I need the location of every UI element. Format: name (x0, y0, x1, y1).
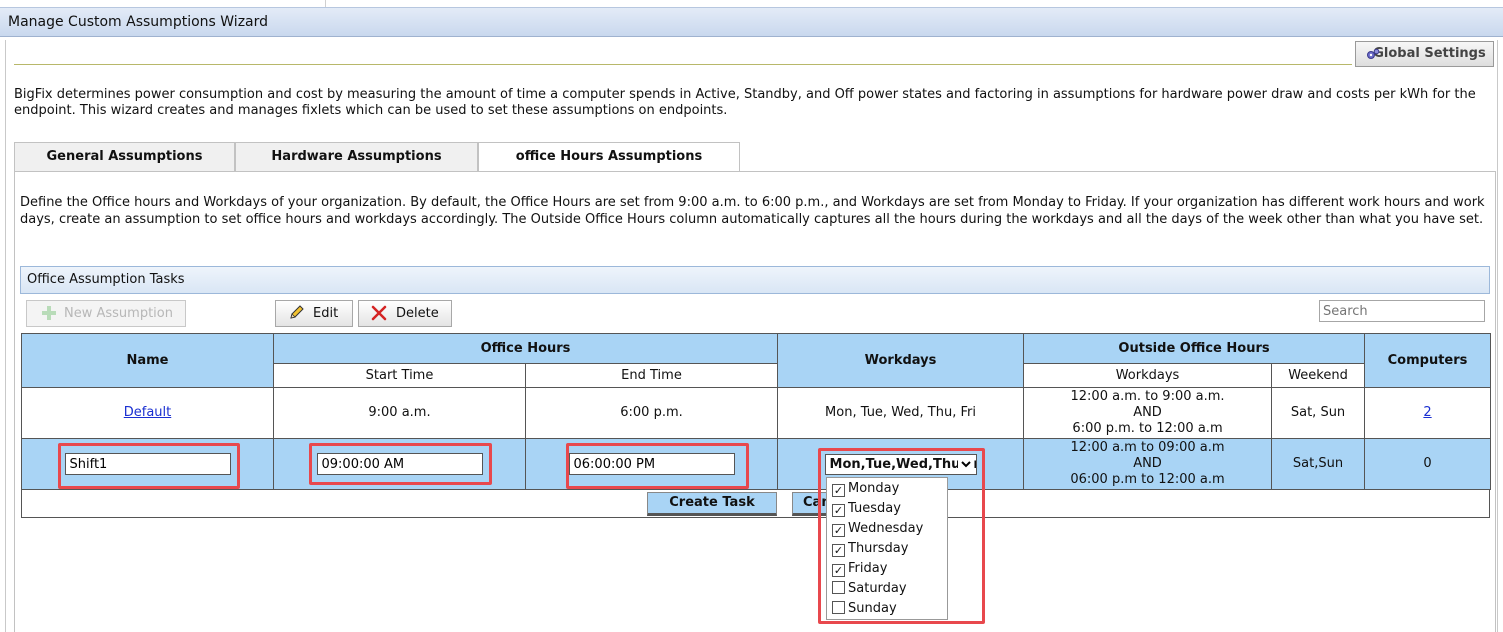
default-end-cell: 6:00 p.m. (524, 387, 779, 439)
top-strip (0, 0, 1503, 7)
delete-x-icon (371, 305, 387, 321)
edit-weekend-cell: Sat,Sun (1271, 438, 1366, 490)
default-name-link[interactable]: Default (124, 405, 172, 420)
pencil-icon (290, 305, 304, 319)
delete-button[interactable]: Delete (358, 300, 452, 327)
edit-outside-line3: 06:00 p.m to 12:00 a.m (1070, 472, 1225, 487)
assumptions-table: Name Office Hours Workdays Outside Offic… (21, 333, 1492, 490)
header-outside-office-hours: Outside Office Hours (1023, 333, 1366, 364)
default-weekend-cell: Sat, Sun (1271, 387, 1366, 439)
default-computers-link[interactable]: 2 (1423, 405, 1431, 420)
default-workdays-cell: Mon, Tue, Wed, Thu, Fri (777, 387, 1025, 439)
default-outside-line1: 12:00 a.m. to 9:00 a.m. (1070, 389, 1225, 404)
highlight-start-time-field (309, 443, 492, 485)
new-assumption-button[interactable]: New Assumption (26, 300, 186, 327)
global-settings-label: Global Settings (1373, 46, 1486, 61)
edit-outside-line1: 12:00 a.m to 09:00 a.m (1070, 440, 1225, 455)
gear-icon (1367, 48, 1380, 59)
header-workdays[interactable]: Workdays (777, 333, 1025, 388)
frame-right-border (1497, 40, 1498, 632)
edit-outside-cell: 12:00 a.m to 09:00 a.m AND 06:00 p.m to … (1023, 438, 1273, 490)
default-outside-line3: 6:00 p.m. to 12:00 a.m (1072, 421, 1223, 436)
header-divider (14, 64, 1352, 65)
highlight-end-time-field (566, 443, 749, 489)
edit-label: Edit (313, 306, 339, 321)
global-settings-button[interactable]: Global Settings (1355, 41, 1494, 67)
tab-office-hours-assumptions[interactable]: office Hours Assumptions (478, 142, 740, 172)
table-row-editing[interactable]: Mon,Tue,Wed,Thu,Fri 12:00 a.m to 09:00 a… (21, 438, 1492, 490)
header-weekend[interactable]: Weekend (1271, 363, 1366, 388)
header-office-hours: Office Hours (272, 333, 779, 364)
default-outside-line2: AND (1133, 405, 1162, 420)
table-row[interactable]: Default 9:00 a.m. 6:00 p.m. Mon, Tue, We… (21, 387, 1492, 439)
tasks-header: Office Assumption Tasks (20, 266, 1490, 294)
top-strip-segment (325, 0, 1503, 7)
create-task-button[interactable]: Create Task (647, 492, 777, 516)
edit-computers-cell: 0 (1364, 438, 1492, 490)
new-assumption-label: New Assumption (64, 306, 173, 321)
intro-text: BigFix determines power consumption and … (14, 87, 1476, 118)
highlight-name-field (58, 443, 240, 489)
edit-button[interactable]: Edit (275, 300, 353, 327)
header-computers[interactable]: Computers (1364, 333, 1492, 388)
delete-label: Delete (396, 306, 439, 321)
highlight-workdays-field (818, 448, 985, 624)
header-end-time[interactable]: End Time (524, 363, 779, 388)
plus-icon (42, 306, 56, 320)
tab-general-assumptions[interactable]: General Assumptions (14, 142, 235, 171)
tab-hardware-assumptions[interactable]: Hardware Assumptions (235, 142, 478, 171)
window-title: Manage Custom Assumptions Wizard (0, 7, 1503, 37)
default-start-cell: 9:00 a.m. (273, 387, 526, 439)
frame-left-border (5, 40, 6, 632)
header-name[interactable]: Name (21, 333, 274, 388)
header-start-time[interactable]: Start Time (273, 363, 526, 388)
header-outside-workdays[interactable]: Workdays (1023, 363, 1273, 388)
office-hours-description: Define the Office hours and Workdays of … (20, 195, 1485, 227)
default-outside-cell: 12:00 a.m. to 9:00 a.m. AND 6:00 p.m. to… (1023, 387, 1273, 439)
edit-outside-line2: AND (1133, 456, 1162, 471)
search-input[interactable] (1319, 300, 1485, 322)
